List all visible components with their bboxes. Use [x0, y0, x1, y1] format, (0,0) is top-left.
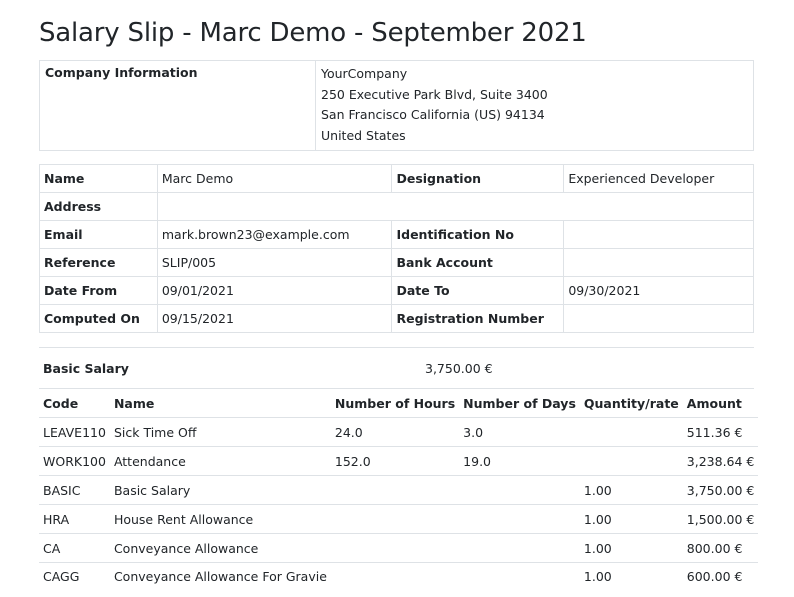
row-days: [459, 563, 580, 597]
table-row: HRA House Rent Allowance 1.00 1,500.00 €: [39, 505, 758, 534]
row-quantity: 1.00: [580, 505, 683, 534]
basic-salary-label: Basic Salary: [39, 348, 421, 389]
bank-account-value: [564, 249, 754, 277]
date-to-label: Date To: [392, 277, 564, 305]
date-from-label: Date From: [40, 277, 158, 305]
row-hours: [331, 563, 459, 597]
row-quantity: 1.00: [580, 534, 683, 563]
employee-info-table: Name Marc Demo Designation Experienced D…: [39, 164, 754, 333]
table-row: CA Conveyance Allowance 1.00 800.00 €: [39, 534, 758, 563]
row-name: Attendance: [110, 447, 331, 476]
basic-salary-table: Basic Salary 3,750.00 €: [39, 347, 754, 389]
row-days: 19.0: [459, 447, 580, 476]
bank-account-label: Bank Account: [392, 249, 564, 277]
info-row: Reference SLIP/005 Bank Account: [40, 249, 754, 277]
company-street: 250 Executive Park Blvd, Suite 3400: [321, 85, 748, 106]
date-to-value: 09/30/2021: [564, 277, 754, 305]
company-information-label: Company Information: [40, 61, 316, 151]
row-hours: 24.0: [331, 418, 459, 447]
info-row: Email mark.brown23@example.com Identific…: [40, 221, 754, 249]
designation-value: Experienced Developer: [564, 165, 754, 193]
row-amount: 800.00 €: [683, 534, 759, 563]
reference-value: SLIP/005: [157, 249, 392, 277]
row-code: BASIC: [39, 476, 110, 505]
table-row: LEAVE110 Sick Time Off 24.0 3.0 511.36 €: [39, 418, 758, 447]
column-header-days: Number of Days: [459, 389, 580, 418]
column-header-quantity: Quantity/rate: [580, 389, 683, 418]
row-code: CAGG: [39, 563, 110, 597]
column-header-code: Code: [39, 389, 110, 418]
row-name: House Rent Allowance: [110, 505, 331, 534]
email-label: Email: [40, 221, 158, 249]
row-code: CA: [39, 534, 110, 563]
registration-number-value: [564, 305, 754, 333]
address-value: [157, 193, 753, 221]
salary-lines-table: Code Name Number of Hours Number of Days…: [39, 389, 758, 597]
info-row: Address: [40, 193, 754, 221]
reference-label: Reference: [40, 249, 158, 277]
row-hours: 152.0: [331, 447, 459, 476]
salary-lines-header: Code Name Number of Hours Number of Days…: [39, 389, 758, 418]
row-code: HRA: [39, 505, 110, 534]
row-quantity: 1.00: [580, 476, 683, 505]
company-country: United States: [321, 126, 748, 147]
column-header-hours: Number of Hours: [331, 389, 459, 418]
email-value: mark.brown23@example.com: [157, 221, 392, 249]
info-row: Computed On 09/15/2021 Registration Numb…: [40, 305, 754, 333]
address-label: Address: [40, 193, 158, 221]
row-amount: 511.36 €: [683, 418, 759, 447]
registration-number-label: Registration Number: [392, 305, 564, 333]
row-days: [459, 505, 580, 534]
identification-label: Identification No: [392, 221, 564, 249]
row-name: Basic Salary: [110, 476, 331, 505]
row-amount: 600.00 €: [683, 563, 759, 597]
identification-value: [564, 221, 754, 249]
row-code: LEAVE110: [39, 418, 110, 447]
company-information-table: Company Information YourCompany 250 Exec…: [39, 60, 754, 151]
row-quantity: [580, 418, 683, 447]
basic-salary-value: 3,750.00 €: [421, 348, 754, 389]
row-days: 3.0: [459, 418, 580, 447]
info-row: Date From 09/01/2021 Date To 09/30/2021: [40, 277, 754, 305]
row-name: Conveyance Allowance: [110, 534, 331, 563]
page-title: Salary Slip - Marc Demo - September 2021: [39, 18, 587, 48]
row-quantity: [580, 447, 683, 476]
computed-on-label: Computed On: [40, 305, 158, 333]
table-row: WORK100 Attendance 152.0 19.0 3,238.64 €: [39, 447, 758, 476]
company-address: YourCompany 250 Executive Park Blvd, Sui…: [316, 61, 754, 151]
row-hours: [331, 505, 459, 534]
row-days: [459, 534, 580, 563]
row-hours: [331, 476, 459, 505]
row-name: Conveyance Allowance For Gravie: [110, 563, 331, 597]
row-amount: 3,750.00 €: [683, 476, 759, 505]
designation-label: Designation: [392, 165, 564, 193]
column-header-amount: Amount: [683, 389, 759, 418]
row-code: WORK100: [39, 447, 110, 476]
row-amount: 1,500.00 €: [683, 505, 759, 534]
name-label: Name: [40, 165, 158, 193]
row-days: [459, 476, 580, 505]
date-from-value: 09/01/2021: [157, 277, 392, 305]
table-row: CAGG Conveyance Allowance For Gravie 1.0…: [39, 563, 758, 597]
table-row: BASIC Basic Salary 1.00 3,750.00 €: [39, 476, 758, 505]
row-amount: 3,238.64 €: [683, 447, 759, 476]
row-quantity: 1.00: [580, 563, 683, 597]
column-header-name: Name: [110, 389, 331, 418]
row-hours: [331, 534, 459, 563]
row-name: Sick Time Off: [110, 418, 331, 447]
computed-on-value: 09/15/2021: [157, 305, 392, 333]
company-city: San Francisco California (US) 94134: [321, 105, 748, 126]
name-value: Marc Demo: [157, 165, 392, 193]
company-name: YourCompany: [321, 64, 748, 85]
info-row: Name Marc Demo Designation Experienced D…: [40, 165, 754, 193]
